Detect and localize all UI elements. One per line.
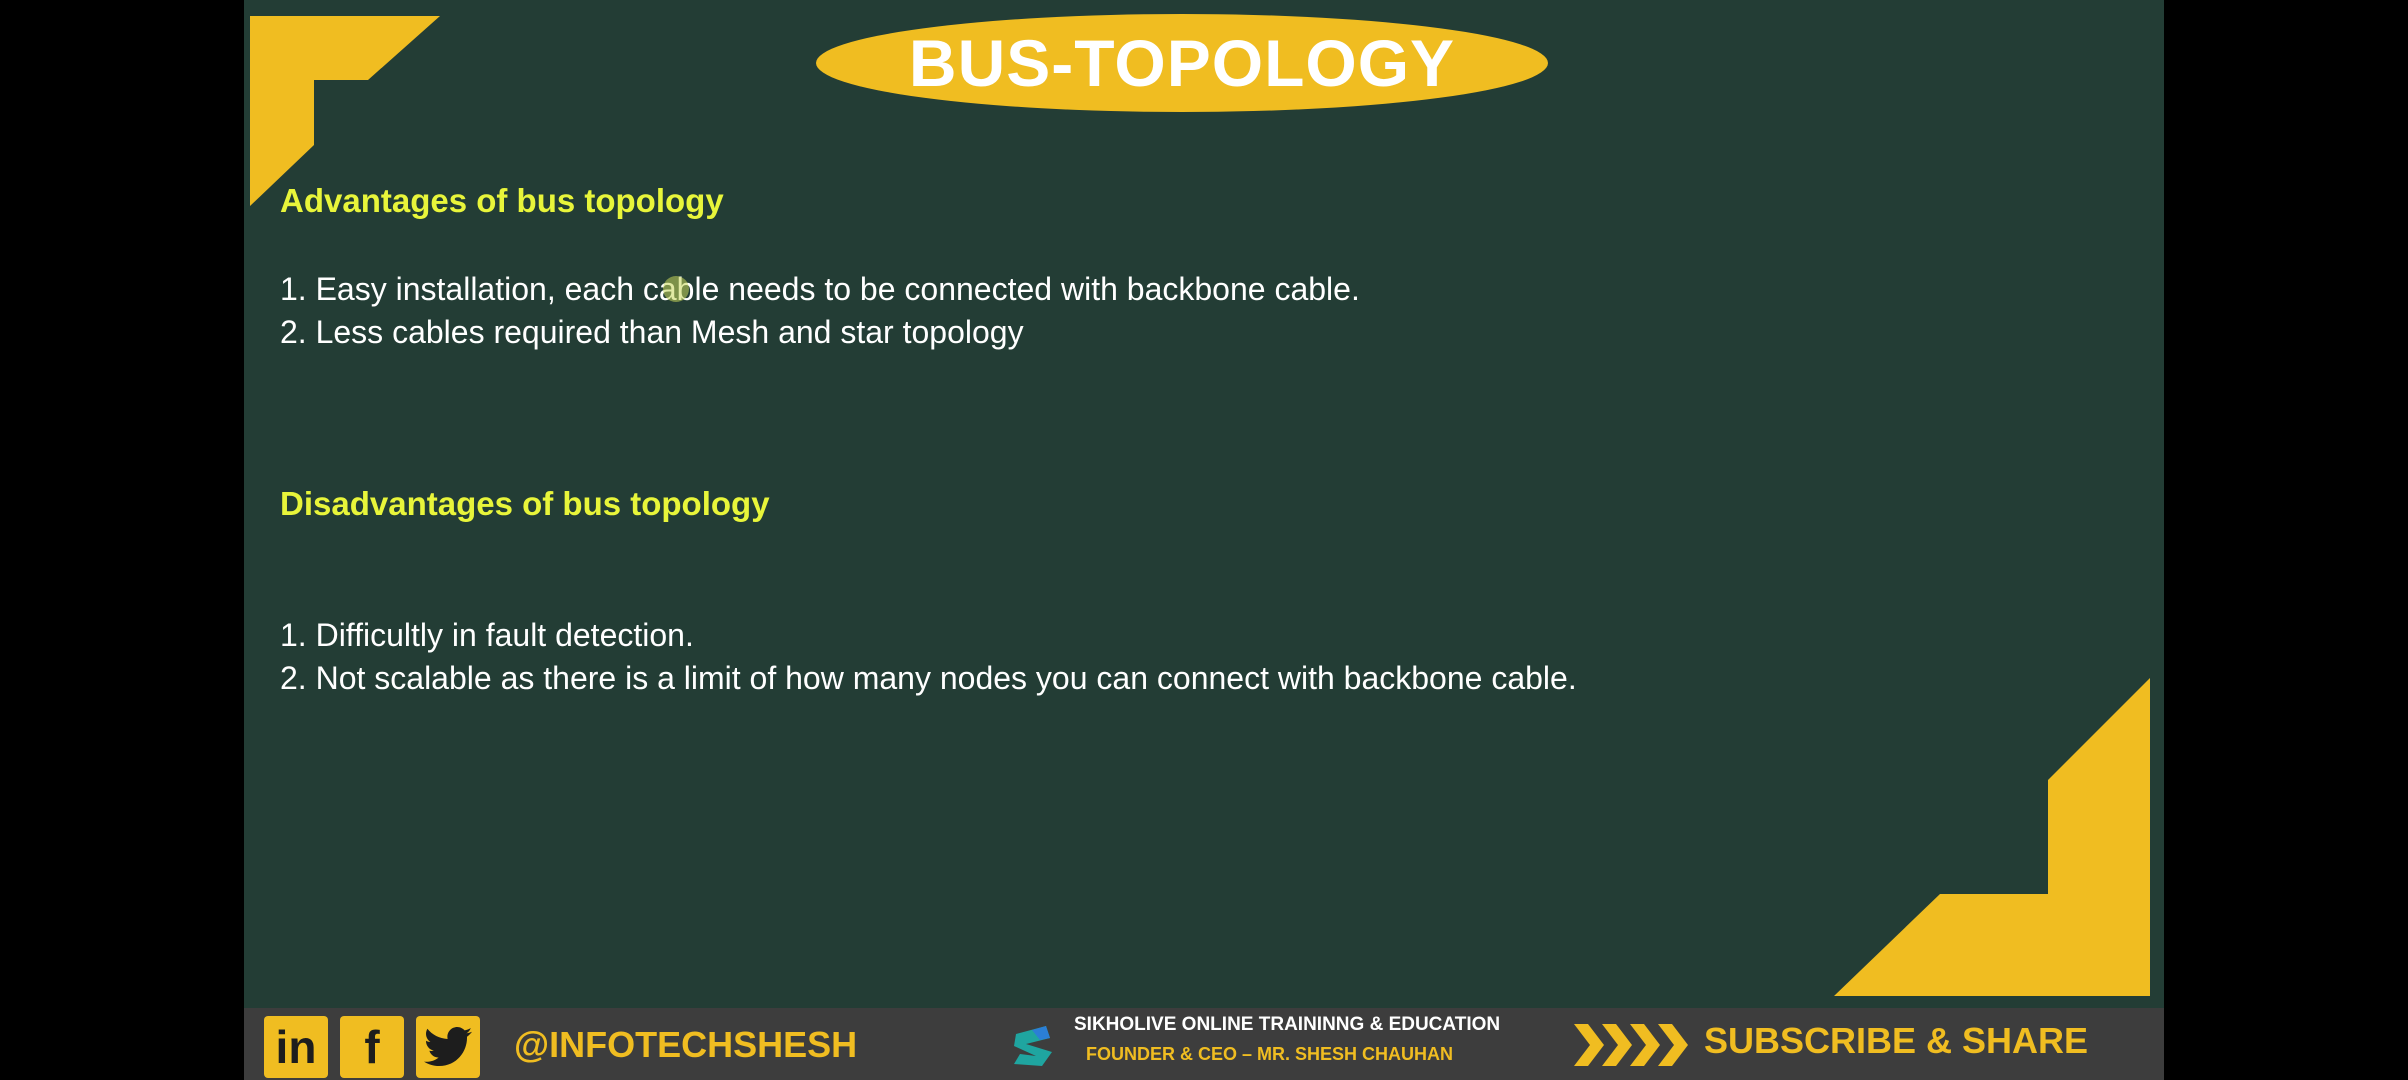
title-banner: BUS-TOPOLOGY [816,14,1548,112]
facebook-icon[interactable]: f [340,1016,404,1078]
twitter-bird-icon [424,1027,472,1066]
disadvantages-heading: Disadvantages of bus topology [280,485,770,522]
brand-founder: FOUNDER & CEO – MR. SHESH CHAUHAN [1086,1044,1454,1064]
video-frame: BUS-TOPOLOGY Advantages of bus topology … [0,0,2408,1080]
list-item: 1. Easy installation, each cable needs t… [280,271,1360,307]
list-item: 1. Difficultly in fault detection. [280,617,694,653]
linkedin-icon[interactable]: in [264,1016,328,1078]
disadvantages-list: 1. Difficultly in fault detection. 2. No… [280,614,1577,700]
slide: BUS-TOPOLOGY Advantages of bus topology … [244,0,2164,1008]
subscribe-share-text: SUBSCRIBE & SHARE [1704,1020,2089,1061]
slide-title: BUS-TOPOLOGY [908,26,1456,100]
advantages-heading: Advantages of bus topology [280,182,724,219]
footer-bar: in f @INFOTECHSHESH SIKHOLIVE ONLINE TRA… [244,1008,2164,1080]
brand-name: SIKHOLIVE ONLINE TRAININNG & EDUCATION [1074,1014,1501,1035]
chevrons-right-icon [1574,1024,1688,1066]
corner-decoration-top-left [244,16,440,206]
pointer-highlight [663,276,689,302]
twitter-icon[interactable] [416,1016,480,1078]
corner-decoration-bottom-right [1834,678,2150,996]
sikholive-logo-icon [1014,1026,1052,1066]
advantages-list: 1. Easy installation, each cable needs t… [280,268,1360,354]
list-item: 2. Not scalable as there is a limit of h… [280,660,1577,696]
social-handle: @INFOTECHSHESH [514,1024,858,1065]
list-item: 2. Less cables required than Mesh and st… [280,314,1024,350]
